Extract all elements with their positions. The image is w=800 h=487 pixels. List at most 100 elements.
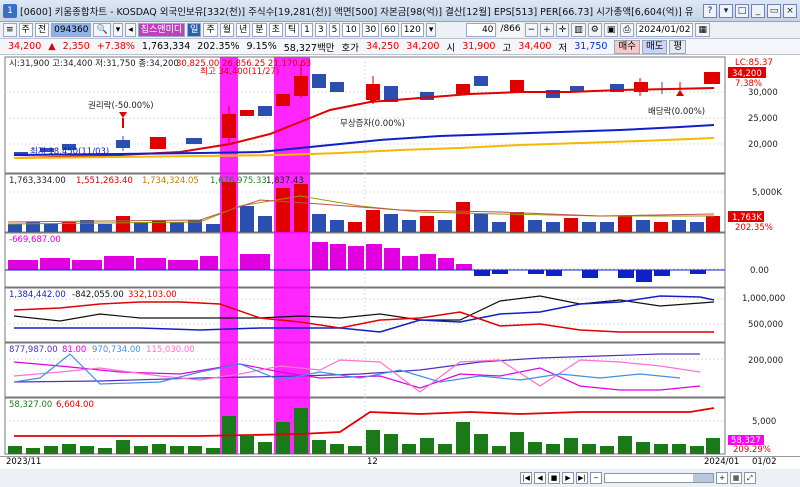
highlight-band-2 — [274, 57, 310, 454]
calendar-icon[interactable]: ▦ — [695, 23, 710, 37]
settings-icon[interactable]: ⚙ — [587, 23, 602, 37]
chart-area[interactable]: 시:31,900 고:34,400 저:31,750 종:34,200 30,8… — [0, 56, 800, 456]
indicator1-bars — [8, 242, 706, 282]
scroll-last-icon[interactable]: ▶| — [576, 472, 588, 484]
indicator4-red-line — [14, 407, 715, 437]
interval-1[interactable]: 1 — [301, 23, 313, 37]
gridlines — [5, 57, 725, 454]
window-title: [0600] 키움종합차트 - KOSDAQ 외국인보유[332(천)] 주식수… — [20, 6, 694, 18]
chart-type-icon[interactable]: ▥ — [571, 23, 586, 37]
period-select[interactable]: 주 — [18, 23, 33, 37]
annotation-bonus: 무상증자(0.00%) — [340, 118, 405, 129]
count-total: /866 — [498, 23, 523, 37]
prev-icon[interactable]: ◂ — [125, 23, 136, 37]
window-titlebar: 1 [0600] 키움종합차트 - KOSDAQ 외국인보유[332(천)] 주… — [0, 0, 800, 22]
code-dropdown-icon[interactable]: ▾ — [112, 23, 124, 37]
scroll-controls: |◀ ◀ ■ ▶ ▶| − + ▦ ⤢ — [0, 469, 800, 487]
scroll-thumb[interactable] — [693, 474, 713, 482]
indicator4-last-pct: 209.29% — [733, 445, 771, 455]
indicator2-legend-a: 1,384,442.00 — [9, 290, 66, 300]
indicator3-legend-a: 877,987.00 — [9, 345, 58, 355]
zoom-in-icon[interactable]: + — [540, 23, 554, 37]
interval-30[interactable]: 30 — [361, 23, 380, 37]
hoga-label: 호가 — [341, 42, 359, 54]
volume-legend-e: 1,837.43 — [266, 176, 304, 186]
open-value: 31,900 — [462, 41, 496, 52]
tab-second[interactable]: 초 — [268, 23, 283, 37]
volume-axis-5000k: 5,000K — [752, 188, 782, 198]
zoom-out-icon[interactable]: − — [524, 23, 539, 37]
help-button[interactable]: ? — [703, 3, 717, 18]
tab-day[interactable]: 일 — [187, 23, 202, 37]
interval-dropdown-icon[interactable]: ▾ — [425, 23, 437, 37]
interval-120[interactable]: 120 — [400, 23, 424, 37]
grid-toggle-icon[interactable]: ▦ — [730, 472, 742, 484]
save-icon[interactable]: ▣ — [603, 23, 619, 37]
volume-ma-line — [7, 195, 714, 225]
tab-minute[interactable]: 분 — [252, 23, 267, 37]
interval-3[interactable]: 3 — [314, 23, 327, 37]
window-number-badge: 1 — [3, 3, 17, 18]
minimize-button[interactable]: _ — [751, 3, 765, 18]
scroll-prev-icon[interactable]: ◀ — [534, 472, 546, 484]
lc-label: LC:85.37 — [735, 58, 773, 68]
volume-legend-c: 1,734,324.05 — [142, 176, 199, 186]
avg-button[interactable]: 평 — [669, 39, 687, 54]
zoom-plus-icon[interactable]: + — [716, 472, 728, 484]
volume-ma-line-2 — [7, 199, 715, 223]
chart-toolbar: ≡ 주 전 094360 🔍 ▾ ◂ 칩스앤미디 일 주 월 년 분 초 틱 1… — [0, 22, 800, 39]
crosshair-icon[interactable]: ✛ — [555, 23, 570, 37]
indicator1-axis-0: 0.00 — [750, 266, 769, 276]
scroll-slider[interactable] — [604, 473, 714, 483]
tab-year[interactable]: 년 — [236, 23, 251, 37]
scroll-first-icon[interactable]: |◀ — [520, 472, 532, 484]
x-axis-label-12: 12 — [367, 457, 378, 467]
sell-button[interactable]: 매도 — [641, 39, 668, 54]
volume-last: 1,763K — [732, 213, 762, 223]
hoga-bid: 34,200 — [406, 41, 440, 52]
code-input[interactable]: 094360 — [51, 23, 92, 37]
indicator3-legend-d: 115,030.00 — [146, 345, 195, 355]
volume-last-pct: 202.35% — [735, 223, 773, 233]
kind-select[interactable]: 전 — [34, 23, 50, 37]
count-input[interactable]: 40 — [466, 23, 497, 37]
change-value: 2,350 — [62, 41, 90, 52]
date-input[interactable]: 2024/01/02 — [635, 23, 694, 37]
expand-icon[interactable]: ⤢ — [744, 472, 756, 484]
change-percent: +7.38% — [96, 41, 135, 52]
interval-5[interactable]: 5 — [328, 23, 341, 37]
stock-name-label: 칩스앤미디 — [137, 23, 186, 37]
high-label: 고 — [502, 42, 512, 54]
interval-10[interactable]: 10 — [342, 23, 360, 37]
bottom-bar: 2023/11 12 2024/01 01/02 |◀ ◀ ■ ▶ ▶| − +… — [0, 456, 800, 487]
buy-button[interactable]: 매수 — [614, 39, 640, 54]
annotation-dividend: 배당락(0.00%) — [648, 106, 705, 117]
scroll-next-icon[interactable]: ▶ — [562, 472, 574, 484]
amount: 58,327백만 — [283, 42, 335, 54]
high-note: 최고 34,400(11/27) — [200, 66, 279, 77]
hoga-ask: 34,250 — [365, 41, 400, 52]
current-price: 34,200 — [8, 41, 42, 52]
x-axis-label-2024-01: 2024/01 — [704, 457, 740, 467]
indicator3-magenta-line — [13, 361, 701, 391]
indicator2-axis-1000000: 1,000,000 — [742, 294, 785, 304]
interval-60[interactable]: 60 — [381, 23, 399, 37]
low-label: 저 — [558, 42, 568, 54]
tab-week[interactable]: 주 — [203, 23, 218, 37]
search-icon[interactable]: 🔍 — [93, 23, 111, 37]
volume-legend-b: 1,551,263.40 — [76, 176, 133, 186]
menu-icon[interactable]: ≡ — [3, 23, 17, 37]
print-icon[interactable]: ⎙ — [620, 23, 634, 37]
tab-tick[interactable]: 틱 — [284, 23, 300, 37]
close-button[interactable]: × — [783, 3, 797, 18]
tab-month[interactable]: 월 — [219, 23, 234, 37]
indicator3-axis-200000: 200,000 — [748, 356, 783, 366]
x-axis-label-2023-11: 2023/11 — [6, 457, 42, 467]
maximize-button[interactable]: ▭ — [767, 3, 781, 18]
indicator3-legend-c: 970,734.00 — [92, 345, 141, 355]
zoom-minus-icon[interactable]: − — [590, 472, 602, 484]
price-legend: 시:31,900 고:34,400 저:31,750 종:34,200 — [9, 59, 179, 69]
restore-button[interactable]: □ — [735, 3, 749, 18]
stop-icon[interactable]: ■ — [548, 472, 560, 484]
dropdown-button[interactable]: ▾ — [719, 3, 733, 18]
